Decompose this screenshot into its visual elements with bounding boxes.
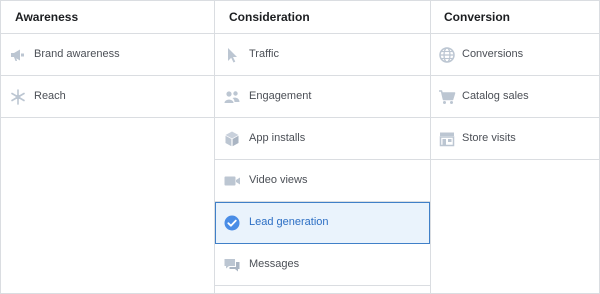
objective-messages[interactable]: Messages xyxy=(215,244,430,286)
chat-bubbles-icon xyxy=(223,256,241,274)
objective-catalog-sales[interactable]: Catalog sales xyxy=(430,76,599,118)
objective-table: Awareness Brand awareness Reach Consider… xyxy=(0,0,600,294)
objective-lead-generation[interactable]: Lead generation xyxy=(215,202,430,244)
people-icon xyxy=(223,88,241,106)
objective-label: Lead generation xyxy=(249,216,329,228)
objective-label: Engagement xyxy=(249,90,312,102)
box-icon xyxy=(223,130,241,148)
objective-label: Catalog sales xyxy=(462,90,529,102)
video-camera-icon xyxy=(223,172,241,190)
column-consideration: Consideration Traffic Engagement App ins… xyxy=(214,1,431,293)
objective-app-installs[interactable]: App installs xyxy=(215,118,430,160)
column-conversion: Conversion Conversions Catalog sales Sto… xyxy=(430,1,599,293)
megaphone-icon xyxy=(9,46,27,64)
column-awareness: Awareness Brand awareness Reach xyxy=(1,1,214,293)
globe-icon xyxy=(438,46,456,64)
objective-label: Store visits xyxy=(462,132,516,144)
objective-label: Video views xyxy=(249,174,308,186)
objective-brand-awareness[interactable]: Brand awareness xyxy=(1,34,214,76)
shopping-cart-icon xyxy=(438,88,456,106)
objective-label: Conversions xyxy=(462,48,524,60)
objective-label: Traffic xyxy=(249,48,279,60)
column-header-consideration: Consideration xyxy=(215,1,430,34)
objective-label: App installs xyxy=(249,132,306,144)
column-header-awareness: Awareness xyxy=(1,1,214,34)
objective-traffic[interactable]: Traffic xyxy=(215,34,430,76)
objective-label: Brand awareness xyxy=(34,48,120,60)
objective-conversions[interactable]: Conversions xyxy=(430,34,599,76)
objective-store-visits[interactable]: Store visits xyxy=(430,118,599,160)
column-header-conversion: Conversion xyxy=(430,1,599,34)
objective-reach[interactable]: Reach xyxy=(1,76,214,118)
check-circle-icon xyxy=(223,214,241,232)
storefront-icon xyxy=(438,130,456,148)
objective-label: Messages xyxy=(249,258,300,270)
objective-engagement[interactable]: Engagement xyxy=(215,76,430,118)
cursor-icon xyxy=(223,46,241,64)
objective-video-views[interactable]: Video views xyxy=(215,160,430,202)
objective-label: Reach xyxy=(34,90,66,102)
snowflake-icon xyxy=(9,88,27,106)
